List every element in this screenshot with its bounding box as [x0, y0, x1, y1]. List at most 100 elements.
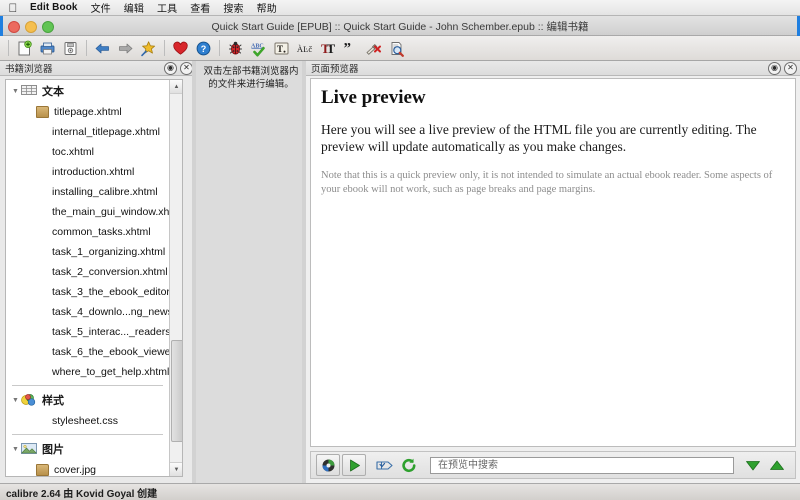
typography-icon[interactable]: T T: [316, 37, 339, 59]
list-item[interactable]: cover.jpg: [6, 460, 169, 476]
toolbar-divider: [219, 40, 220, 56]
menu-item-file[interactable]: 文件: [91, 0, 111, 15]
book-browser-title: 书籍浏览器: [5, 64, 53, 75]
preview-search-field[interactable]: [430, 456, 734, 474]
book-browser-scrollbar[interactable]: ▲ ▼: [169, 80, 182, 476]
divider: [12, 385, 163, 386]
list-item[interactable]: task_6_the_ebook_viewer.xhtml: [6, 342, 169, 362]
preview-note: Note that this is a quick preview only, …: [321, 170, 773, 195]
save-as-icon[interactable]: [59, 37, 82, 59]
help-icon[interactable]: ?: [192, 37, 215, 59]
back-arrow-icon[interactable]: [91, 37, 114, 59]
run-preview-icon[interactable]: [342, 454, 366, 476]
smart-quotes-icon[interactable]: ”: [339, 37, 362, 59]
float-panel-icon[interactable]: ◉: [768, 61, 781, 75]
file-label: task_5_interac..._readers.xhtml: [52, 326, 169, 338]
toolbar-divider: [86, 40, 87, 56]
heart-icon[interactable]: [169, 37, 192, 59]
tree-group-images[interactable]: ▼ 图片: [6, 438, 169, 460]
file-label: stylesheet.css: [52, 415, 118, 427]
menu-item-edit[interactable]: 编辑: [124, 0, 144, 15]
edit-book-window:  Edit Book 文件 编辑 工具 查看 搜索 帮助 Quick Star…: [0, 0, 800, 500]
list-item[interactable]: where_to_get_help.xhtml: [6, 362, 169, 382]
divider: [12, 434, 163, 435]
search-input[interactable]: [436, 456, 733, 474]
svg-text:T: T: [327, 41, 336, 56]
preview-title: 页面预览器: [311, 64, 359, 75]
window-title-bar: Quick Start Guide [EPUB] :: Quick Start …: [0, 16, 800, 36]
list-item[interactable]: task_4_downlo...ng_news.xhtml: [6, 302, 169, 322]
chevron-down-icon[interactable]: ▼: [10, 88, 21, 95]
toolbar-divider: [164, 40, 165, 56]
minimize-window-button[interactable]: [25, 21, 37, 33]
sync-position-icon[interactable]: [374, 455, 396, 475]
accented-chars-icon[interactable]: ÀĿč: [293, 37, 316, 59]
bookmark-star-icon[interactable]: [137, 37, 160, 59]
file-label: task_2_conversion.xhtml: [52, 266, 168, 278]
float-panel-icon[interactable]: ◉: [164, 61, 177, 75]
new-file-icon[interactable]: [13, 37, 36, 59]
file-label: task_4_downlo...ng_news.xhtml: [52, 306, 169, 318]
list-item[interactable]: toc.xhtml: [6, 142, 169, 162]
file-icon: [36, 367, 47, 377]
tree-group-text[interactable]: ▼ 文本: [6, 80, 169, 102]
close-panel-icon[interactable]: ✕: [784, 61, 797, 75]
list-item[interactable]: installing_calibre.xhtml: [6, 182, 169, 202]
find-previous-up-icon[interactable]: [766, 455, 788, 475]
menu-item-search[interactable]: 搜索: [223, 0, 243, 15]
list-item[interactable]: task_3_the_ebook_editor.xhtml: [6, 282, 169, 302]
book-browser-tree-content: ▼ 文本 titlepage.xhtml internal_titlepage.…: [6, 80, 169, 476]
file-icon: [36, 307, 47, 317]
menu-item-view[interactable]: 查看: [190, 0, 210, 15]
window-title: Quick Start Guide [EPUB] :: Quick Start …: [211, 20, 589, 33]
preview-paragraph: Here you will see a live preview of the …: [321, 122, 757, 154]
inspect-icon[interactable]: [385, 37, 408, 59]
zoom-window-button[interactable]: [42, 21, 54, 33]
scroll-down-arrow-icon[interactable]: ▼: [170, 462, 182, 476]
list-item[interactable]: titlepage.xhtml: [6, 102, 169, 122]
file-icon: [36, 227, 47, 237]
remove-format-icon[interactable]: [362, 37, 385, 59]
toolbar-divider: [8, 40, 9, 56]
insert-tag-icon[interactable]: T: [270, 37, 293, 59]
file-icon: [36, 267, 47, 277]
refresh-icon[interactable]: [398, 455, 420, 475]
list-item[interactable]: internal_titlepage.xhtml: [6, 122, 169, 142]
menu-item-tools[interactable]: 工具: [157, 0, 177, 15]
auto-reload-icon[interactable]: [316, 454, 340, 476]
file-icon: [36, 247, 47, 257]
spellcheck-icon[interactable]: ABC: [247, 37, 270, 59]
preview-content[interactable]: Live preview Here you will see a live pr…: [310, 78, 796, 447]
list-item[interactable]: common_tasks.xhtml: [6, 222, 169, 242]
svg-text:T: T: [277, 44, 283, 54]
scroll-up-arrow-icon[interactable]: ▲: [170, 80, 182, 94]
save-icon[interactable]: [36, 37, 59, 59]
forward-arrow-icon[interactable]: [114, 37, 137, 59]
scrollbar-thumb[interactable]: [171, 340, 182, 442]
close-window-button[interactable]: [8, 21, 20, 33]
text-group-icon: [21, 84, 37, 98]
find-next-down-icon[interactable]: [742, 455, 764, 475]
list-item[interactable]: task_5_interac..._readers.xhtml: [6, 322, 169, 342]
images-group-icon: [21, 442, 37, 456]
file-label: introduction.xhtml: [52, 166, 135, 178]
preview-panel: 页面预览器 ◉ ✕ Live preview Here you will see…: [306, 61, 800, 483]
chevron-down-icon[interactable]: ▼: [10, 446, 21, 453]
file-icon: [36, 207, 47, 217]
chevron-down-icon[interactable]: ▼: [10, 397, 21, 404]
debug-bug-icon[interactable]: [224, 37, 247, 59]
tree-group-label: 样式: [42, 395, 64, 407]
menu-item-edit-book[interactable]: Edit Book: [30, 2, 78, 13]
file-label: task_3_the_ebook_editor.xhtml: [52, 286, 169, 298]
menu-item-help[interactable]: 帮助: [257, 0, 277, 15]
apple-logo-icon[interactable]: : [6, 1, 20, 15]
tree-group-styles[interactable]: ▼ 样式: [6, 389, 169, 411]
file-icon: [36, 327, 47, 337]
list-item[interactable]: task_2_conversion.xhtml: [6, 262, 169, 282]
list-item[interactable]: task_1_organizing.xhtml: [6, 242, 169, 262]
list-item[interactable]: stylesheet.css: [6, 411, 169, 431]
book-browser-panel: 书籍浏览器 ◉ ✕ ▼ 文本 titlepage.xhtml internal_…: [0, 61, 196, 483]
list-item[interactable]: the_main_gui_window.xhtml: [6, 202, 169, 222]
book-browser-tree[interactable]: ▼ 文本 titlepage.xhtml internal_titlepage.…: [5, 79, 183, 477]
list-item[interactable]: introduction.xhtml: [6, 162, 169, 182]
